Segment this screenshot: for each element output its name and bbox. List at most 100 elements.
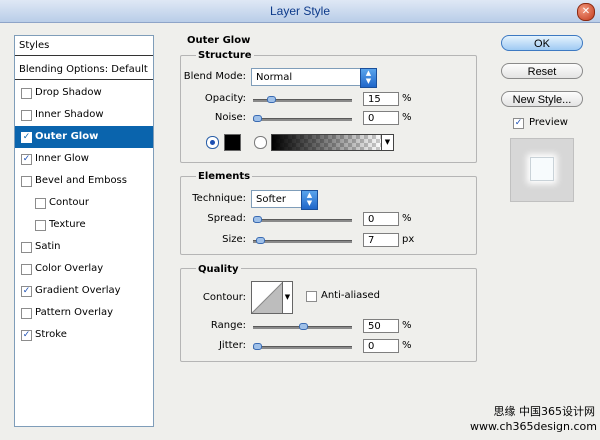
gradient-picker[interactable] [271,134,383,151]
style-item-label: Inner Glow [35,153,89,164]
technique-label: Technique: [192,193,246,204]
contour-curve-icon [251,281,284,314]
preview-swatch [530,157,554,181]
watermark-line1: 思缘 中国365设计网 [493,405,596,418]
structure-title: Structure [196,50,254,61]
styles-header[interactable]: Styles [15,36,153,56]
contour-dropdown-icon[interactable]: ▼ [282,281,293,314]
style-item[interactable]: Pattern Overlay [15,302,153,324]
blending-options-item[interactable]: Blending Options: Default [15,60,153,80]
style-checkbox[interactable]: ✓ [21,132,32,143]
gradient-radio[interactable] [254,136,267,149]
style-item-label: Contour [49,197,89,208]
opacity-slider-thumb[interactable] [267,96,276,103]
noise-input[interactable]: 0 [363,111,399,125]
style-item[interactable]: ✓ Outer Glow [15,126,153,148]
noise-unit: % [402,112,412,123]
style-item-label: Texture [49,219,86,230]
quality-title: Quality [196,264,241,275]
style-checkbox[interactable] [35,198,46,209]
watermark-line2: www.ch365design.com [470,420,597,433]
noise-slider[interactable] [253,118,352,121]
range-unit: % [402,320,412,331]
style-item[interactable]: Contour [15,192,153,214]
close-button[interactable]: ✕ [577,3,595,21]
style-item[interactable]: ✓ Stroke [15,324,153,346]
jitter-input[interactable]: 0 [363,339,399,353]
style-item[interactable]: Drop Shadow [15,82,153,104]
reset-button[interactable]: Reset [501,63,583,79]
jitter-slider-thumb[interactable] [253,343,262,350]
style-checkbox[interactable] [21,110,32,121]
style-item-label: Stroke [35,329,67,340]
spread-input[interactable]: 0 [363,212,399,226]
size-slider[interactable] [253,240,352,243]
elements-title: Elements [196,171,253,182]
range-label: Range: [210,320,246,331]
contour-label: Contour: [202,292,246,303]
window-title: Layer Style [269,4,331,18]
glow-color-swatch[interactable] [224,134,241,151]
technique-value: Softer [256,194,286,205]
style-checkbox[interactable] [21,308,32,319]
style-item[interactable]: Bevel and Emboss [15,170,153,192]
style-item[interactable]: ✓ Gradient Overlay [15,280,153,302]
style-item[interactable]: Color Overlay [15,258,153,280]
size-input[interactable]: 7 [363,233,399,247]
opacity-unit: % [402,93,412,104]
technique-select[interactable]: Softer ▲ ▼ [251,190,318,210]
style-item-label: Outer Glow [35,131,99,142]
spread-unit: % [402,213,412,224]
size-slider-thumb[interactable] [256,237,265,244]
style-item[interactable]: Inner Shadow [15,104,153,126]
gradient-dropdown-icon[interactable]: ▼ [381,134,394,151]
new-style-button[interactable]: New Style... [501,91,583,107]
noise-slider-thumb[interactable] [253,115,262,122]
range-input[interactable]: 50 [363,319,399,333]
contour-preview[interactable] [251,281,284,314]
style-checkbox[interactable]: ✓ [21,286,32,297]
style-checkbox[interactable] [21,264,32,275]
range-slider-thumb[interactable] [299,323,308,330]
color-radio[interactable] [206,136,219,149]
jitter-label: Jitter: [218,340,246,351]
style-item-label: Gradient Overlay [35,285,121,296]
blend-mode-select[interactable]: Normal ▲ ▼ [251,68,377,88]
ok-button[interactable]: OK [501,35,583,51]
jitter-slider[interactable] [253,346,352,349]
style-item[interactable]: Satin [15,236,153,258]
style-checkbox[interactable] [21,242,32,253]
preview-checkbox[interactable]: ✓ [513,118,524,129]
style-checkbox[interactable]: ✓ [21,330,32,341]
size-unit: px [402,234,415,245]
style-item-label: Drop Shadow [35,87,102,98]
style-checkbox[interactable] [35,220,46,231]
style-item-label: Color Overlay [35,263,104,274]
style-item[interactable]: Texture [15,214,153,236]
style-checkbox[interactable] [21,176,32,187]
spread-slider-thumb[interactable] [253,216,262,223]
opacity-label: Opacity: [204,93,246,104]
style-item[interactable]: ✓ Inner Glow [15,148,153,170]
anti-aliased-label: Anti-aliased [321,290,381,301]
size-label: Size: [222,234,246,245]
style-item-label: Satin [35,241,61,252]
noise-label: Noise: [214,112,246,123]
style-checkbox[interactable]: ✓ [21,154,32,165]
style-item-label: Pattern Overlay [35,307,114,318]
blend-mode-value: Normal [256,72,293,83]
anti-aliased-checkbox[interactable] [306,291,317,302]
opacity-input[interactable]: 15 [363,92,399,106]
style-item-label: Bevel and Emboss [35,175,127,186]
style-checkbox[interactable] [21,88,32,99]
preview-label: Preview [529,117,568,128]
watermark: 思缘 中国365设计网 www.ch365design.com [470,404,597,436]
spread-slider[interactable] [253,219,352,222]
spread-label: Spread: [207,213,246,224]
style-item-label: Inner Shadow [35,109,104,120]
styles-list: Styles Blending Options: Default Drop Sh… [14,35,154,427]
blend-mode-label: Blend Mode: [183,71,246,82]
panel-title: Outer Glow [187,35,251,46]
jitter-unit: % [402,340,412,351]
select-arrows-icon: ▲ ▼ [360,68,377,88]
